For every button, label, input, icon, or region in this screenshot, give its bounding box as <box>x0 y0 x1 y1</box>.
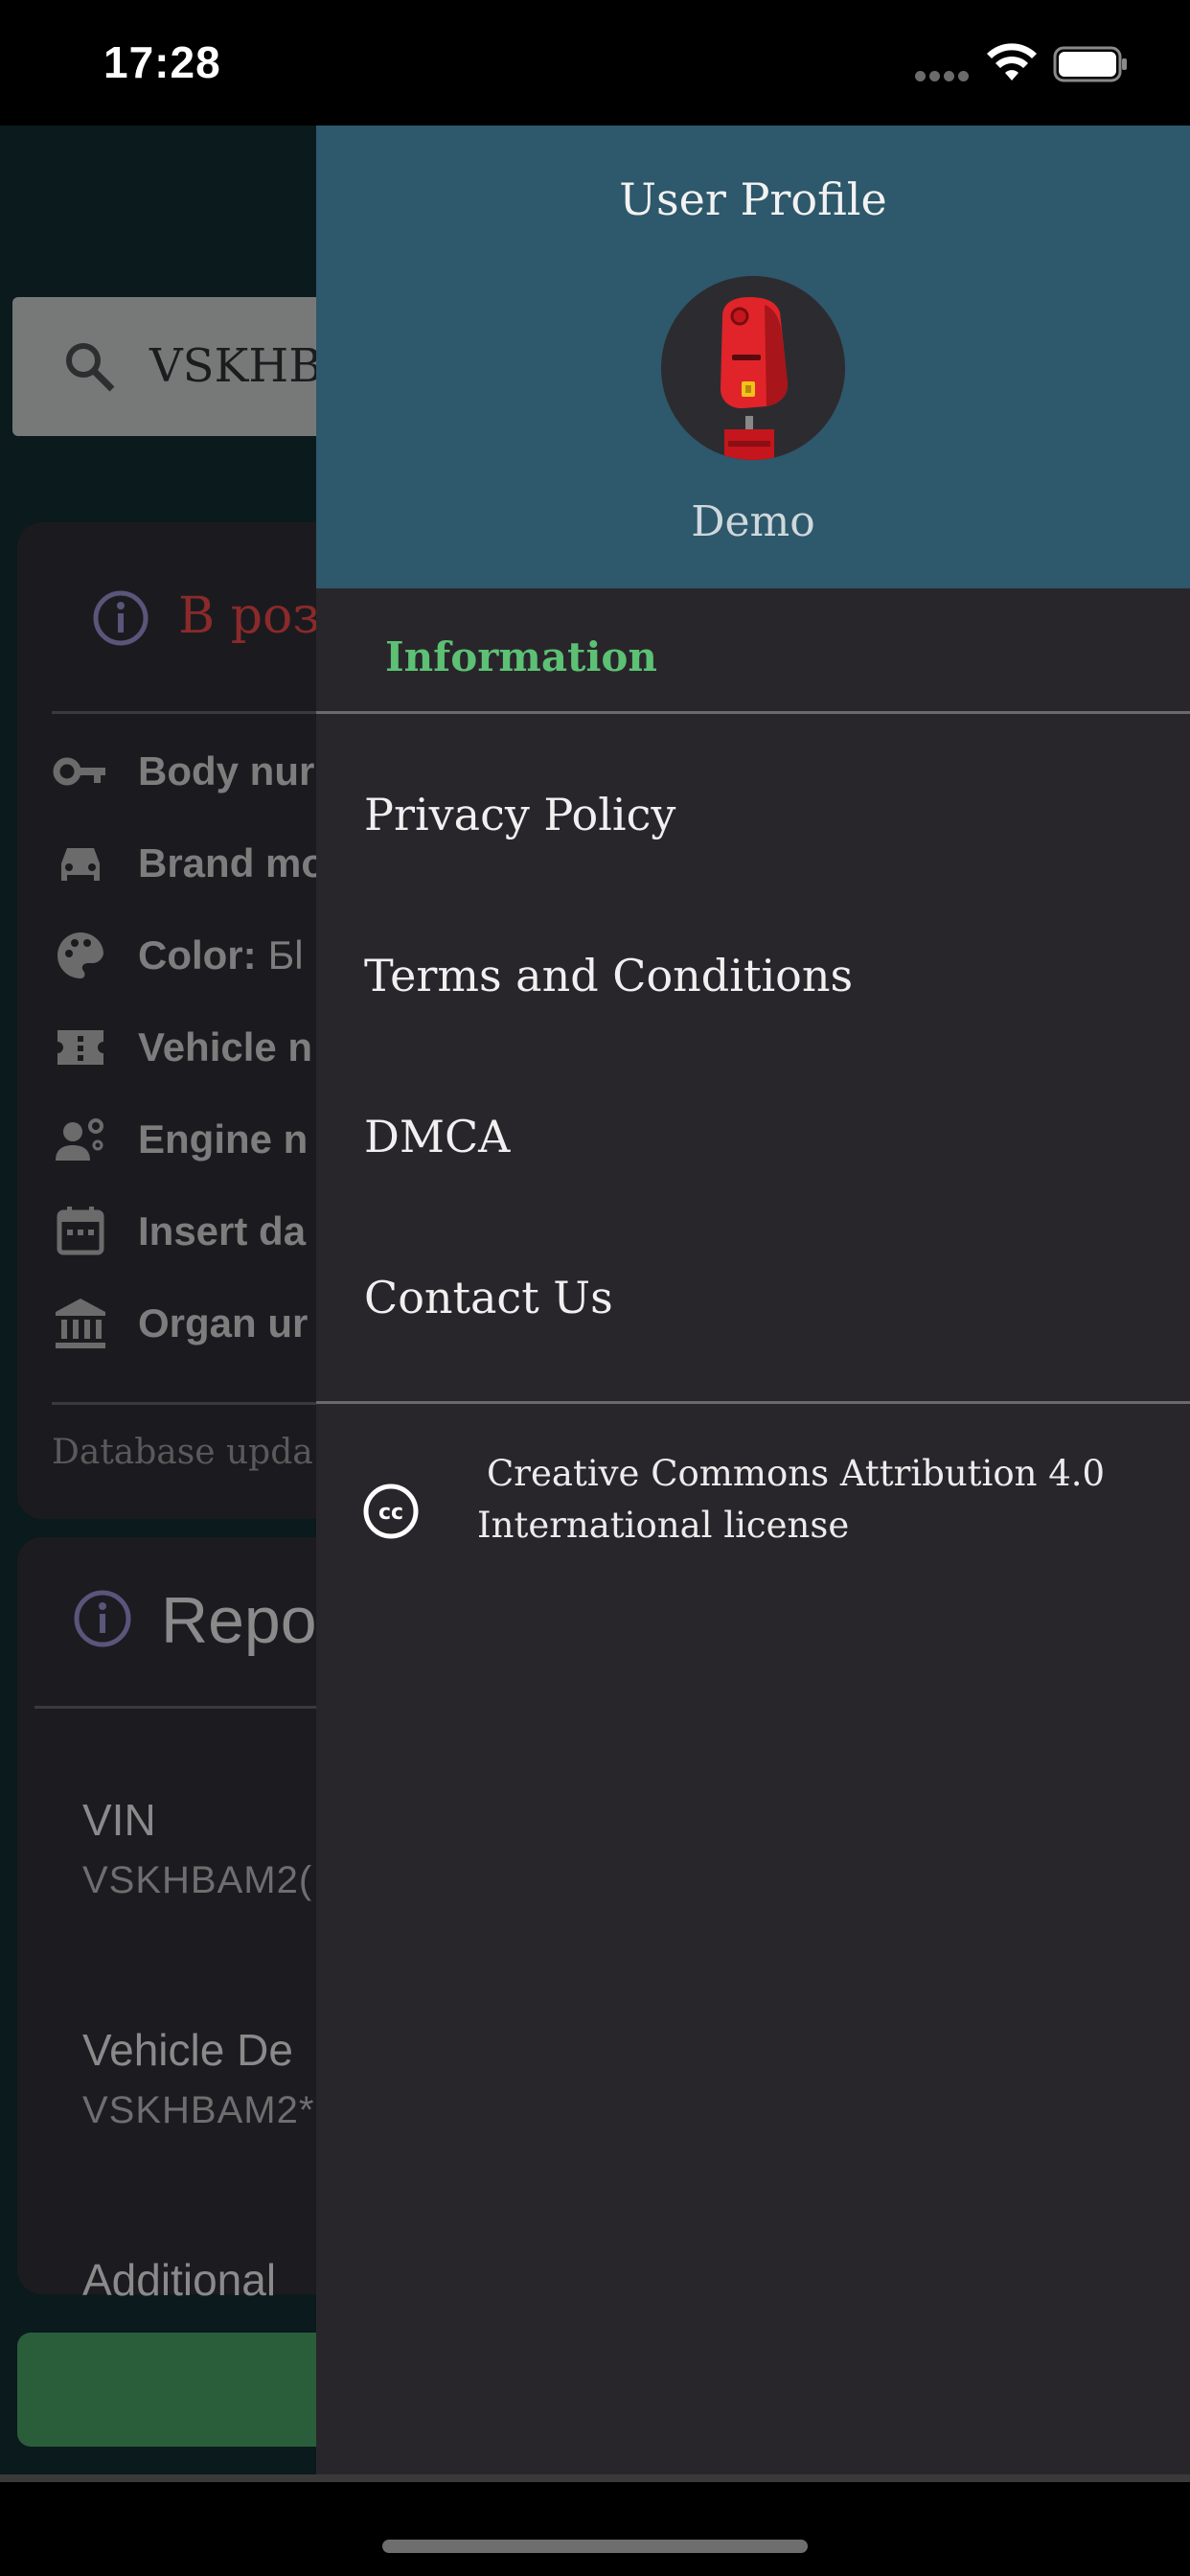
additional-label: Additional <box>82 2255 277 2305</box>
menu-item-contact-us[interactable]: Contact Us <box>316 1217 1190 1378</box>
car-icon <box>61 848 100 881</box>
license-item[interactable]: cc Creative Commons Attribution 4.0 Inte… <box>316 1448 1190 1563</box>
user-name: Demo <box>691 497 815 546</box>
creative-commons-icon: cc <box>363 1484 419 1539</box>
home-indicator[interactable] <box>382 2540 808 2553</box>
status-notice: В роз <box>178 587 320 645</box>
field-body-number: Body nur <box>52 743 314 800</box>
drawer-header: User Profile Demo <box>316 126 1190 588</box>
field-organ: Organ ur <box>52 1295 308 1352</box>
palette-icon <box>57 932 103 978</box>
vehicle-description-label: Vehicle De <box>82 2025 293 2075</box>
menu-item-terms-and-conditions[interactable]: Terms and Conditions <box>316 895 1190 1056</box>
database-update-text: Database upda <box>52 1433 313 1472</box>
field-brand-model: Brand mo <box>52 835 326 892</box>
divider <box>316 1401 1190 1404</box>
avatar[interactable] <box>661 276 845 460</box>
navigation-drawer: User Profile Demo Information Privacy Po… <box>316 126 1190 2474</box>
menu-item-label: Privacy Policy <box>364 789 676 840</box>
info-icon <box>74 1590 131 1647</box>
key-icon <box>53 757 105 786</box>
drawer-bottom-edge <box>0 2474 1190 2482</box>
license-text: Creative Commons Attribution 4.0 Interna… <box>477 1448 1148 1552</box>
bank-icon <box>56 1299 105 1348</box>
field-insert-date: Insert da <box>52 1203 306 1260</box>
menu-item-privacy-policy[interactable]: Privacy Policy <box>316 734 1190 895</box>
search-input: VSKHB <box>149 339 323 393</box>
menu-item-label: Contact Us <box>364 1272 613 1323</box>
svg-text:cc: cc <box>378 1501 403 1525</box>
field-vehicle-number: Vehicle n <box>52 1019 312 1076</box>
robot-avatar-icon <box>661 276 845 460</box>
menu-item-label: DMCA <box>364 1111 511 1162</box>
field-color: Color: Бl <box>52 927 304 984</box>
status-bar: 17:28 <box>0 0 1190 126</box>
section-information-label: Information <box>385 633 657 680</box>
search-icon <box>66 343 115 392</box>
vehicle-description-value: VSKHBAM2* <box>82 2089 315 2131</box>
calendar-icon <box>57 1207 104 1255</box>
info-icon <box>93 590 149 646</box>
menu-item-dmca[interactable]: DMCA <box>316 1056 1190 1217</box>
battery-icon <box>1053 46 1127 82</box>
vin-value: VSKHBAM2( <box>82 1859 313 1901</box>
ticket-icon <box>57 1030 103 1065</box>
drawer-title: User Profile <box>619 173 887 225</box>
vin-label: VIN <box>82 1795 156 1845</box>
wifi-icon <box>987 43 1037 80</box>
license-line-2: International license <box>477 1505 850 1546</box>
field-engine-number: Engine n <box>52 1111 308 1168</box>
status-time: 17:28 <box>103 37 221 87</box>
divider <box>316 711 1190 714</box>
license-line-1: Creative Commons Attribution 4.0 <box>487 1453 1106 1494</box>
report-title: Repo <box>161 1584 317 1657</box>
bottom-safe-area <box>0 2474 1190 2576</box>
menu-item-label: Terms and Conditions <box>364 950 854 1001</box>
engineer-icon <box>56 1118 103 1161</box>
cellular-signal-icon <box>915 71 969 81</box>
